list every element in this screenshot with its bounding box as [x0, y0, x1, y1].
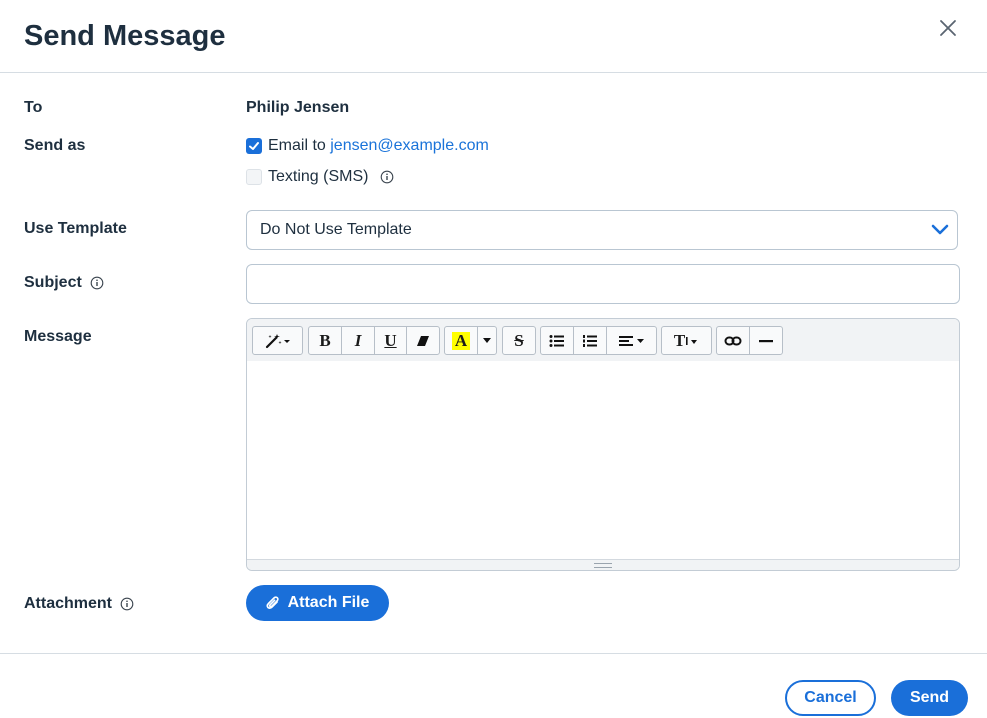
attach-file-button[interactable]: Attach File	[246, 585, 389, 621]
text-format-group: B I U	[308, 326, 440, 355]
template-select[interactable]: Do Not Use Template	[246, 210, 958, 250]
link-icon	[724, 336, 742, 345]
numbered-list-button[interactable]	[574, 327, 607, 354]
close-icon[interactable]	[936, 16, 960, 40]
subject-info-icon[interactable]	[90, 276, 104, 290]
message-label: Message	[24, 328, 92, 345]
template-label: Use Template	[24, 220, 127, 237]
strikethrough-button[interactable]: S	[503, 327, 535, 354]
bold-button[interactable]: B	[309, 327, 342, 354]
italic-button[interactable]: I	[342, 327, 375, 354]
strike-group: S	[502, 326, 536, 355]
align-left-icon	[618, 335, 644, 346]
send-button[interactable]: Send	[891, 680, 968, 716]
email-option: Email to jensen@example.com	[246, 137, 489, 155]
chevron-down-icon	[931, 223, 949, 242]
checkmark-icon	[249, 142, 259, 150]
sms-checkbox[interactable]	[246, 169, 262, 185]
paragraph-group	[540, 326, 657, 355]
font-size-button[interactable]: T	[662, 327, 711, 354]
underline-button[interactable]: U	[375, 327, 407, 354]
subject-label: Subject	[24, 274, 104, 292]
font-size-caret-icon	[686, 336, 698, 345]
magic-style-button[interactable]	[253, 327, 302, 354]
sms-option: Texting (SMS)	[246, 168, 394, 186]
magic-wand-icon	[265, 333, 290, 348]
cancel-button[interactable]: Cancel	[785, 680, 876, 716]
horizontal-rule-button[interactable]	[750, 327, 782, 354]
email-checkbox[interactable]	[246, 138, 262, 154]
bullet-list-icon	[549, 334, 564, 347]
sms-option-label: Texting (SMS)	[268, 168, 369, 185]
dialog-footer: Cancel Send	[0, 653, 987, 718]
caret-down-icon	[483, 337, 491, 343]
color-dropdown-button[interactable]	[478, 327, 496, 354]
grip-icon	[594, 562, 612, 568]
editor-toolbar: B I U A S T	[247, 319, 959, 361]
attachment-label: Attachment	[24, 595, 134, 613]
dialog-title: Send Message	[24, 20, 226, 52]
highlight-color-button[interactable]: A	[445, 327, 478, 354]
bullet-list-button[interactable]	[541, 327, 574, 354]
horizontal-rule-icon	[759, 339, 773, 342]
dialog-header: Send Message	[0, 0, 987, 73]
insert-group	[716, 326, 783, 355]
message-editor: B I U A S T	[246, 318, 960, 571]
recipient-name: Philip Jensen	[246, 99, 350, 116]
attachment-info-icon[interactable]	[120, 597, 134, 611]
email-option-label: Email to jensen@example.com	[268, 137, 489, 154]
insert-link-button[interactable]	[717, 327, 750, 354]
align-dropdown-button[interactable]	[607, 327, 656, 354]
font-size-group: T	[661, 326, 712, 355]
template-selected-value: Do Not Use Template	[260, 221, 412, 238]
email-address-link[interactable]: jensen@example.com	[330, 137, 489, 154]
paperclip-icon	[266, 596, 279, 609]
to-label: To	[24, 99, 43, 116]
numbered-list-icon	[583, 334, 597, 347]
send-as-label: Send as	[24, 137, 86, 154]
send-message-dialog: Send Message To Philip Jensen Send as Em…	[0, 0, 987, 718]
eraser-icon	[417, 335, 429, 346]
message-body[interactable]	[247, 361, 959, 561]
style-group	[252, 326, 303, 355]
sms-info-icon[interactable]	[380, 170, 394, 184]
clear-format-button[interactable]	[407, 327, 439, 354]
editor-resize-handle[interactable]	[247, 559, 959, 570]
subject-input[interactable]	[246, 264, 960, 304]
color-group: A	[444, 326, 497, 355]
